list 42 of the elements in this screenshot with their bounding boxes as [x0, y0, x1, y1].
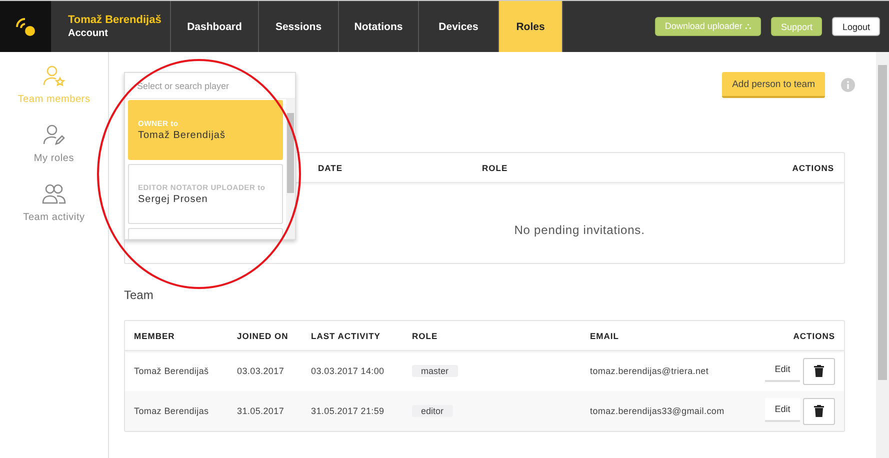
column-header: MEMBER — [134, 330, 176, 340]
page-scrollbar[interactable] — [876, 52, 889, 458]
table-cell-text: 03.03.2017 14:00 — [311, 366, 386, 376]
sidebar-item[interactable]: Team activity — [23, 182, 85, 223]
column-header: ROLE — [412, 330, 439, 340]
table-cell-text: tomaz.berendijas33@gmail.com — [590, 406, 726, 416]
account-label: Account — [68, 28, 109, 39]
player-search-field[interactable]: Select or search player — [125, 73, 295, 99]
table-cell-text: 03.03.2017 — [237, 366, 286, 376]
people-icon — [42, 182, 66, 206]
delete-button[interactable] — [803, 398, 835, 424]
person-pencil-icon — [42, 123, 66, 147]
column-header: EMAIL — [590, 330, 620, 340]
option-name: Sergej Prosen — [138, 194, 209, 205]
nav-tab[interactable]: Roles — [499, 1, 563, 52]
column-header: LAST ACTIVITY — [311, 330, 382, 340]
table-cell-text: tomaz.berendijas@triera.net — [590, 366, 710, 376]
option-name: Tomaž Berendijaš — [138, 130, 226, 141]
empty-message: No pending invitations. — [514, 223, 645, 237]
user-name: Tomaž Berendijaš — [68, 14, 162, 26]
signal-logo-icon — [14, 16, 36, 36]
table-cell-text: Tomaž Berendijaš — [134, 366, 210, 376]
column-header: JOINED ON — [237, 330, 290, 340]
dropdown-scrollbar[interactable] — [286, 99, 295, 239]
sidebar-item[interactable]: My roles — [34, 123, 74, 164]
table-cell-text: 31.05.2017 — [237, 406, 286, 416]
role-tag: master — [412, 365, 458, 377]
column-header: ACTIONS — [791, 162, 834, 172]
column-header: ROLE — [482, 162, 509, 172]
edit-button[interactable]: Edit — [765, 398, 800, 422]
table-cell-text: 31.05.2017 21:59 — [311, 406, 386, 416]
column-header: DATE — [318, 162, 344, 172]
trash-icon — [814, 365, 824, 377]
column-header: ACTIONS — [792, 330, 835, 340]
trash-icon — [814, 405, 824, 417]
section-title: Team — [124, 288, 154, 302]
delete-button[interactable] — [803, 358, 835, 384]
role-tag: editor — [412, 405, 453, 417]
header-button[interactable]: Logout — [832, 17, 880, 36]
table-cell-text: Tomaz Berendijas — [134, 406, 210, 416]
person-star-icon — [42, 64, 66, 88]
add-person-button[interactable]: Add person to team — [722, 72, 825, 98]
